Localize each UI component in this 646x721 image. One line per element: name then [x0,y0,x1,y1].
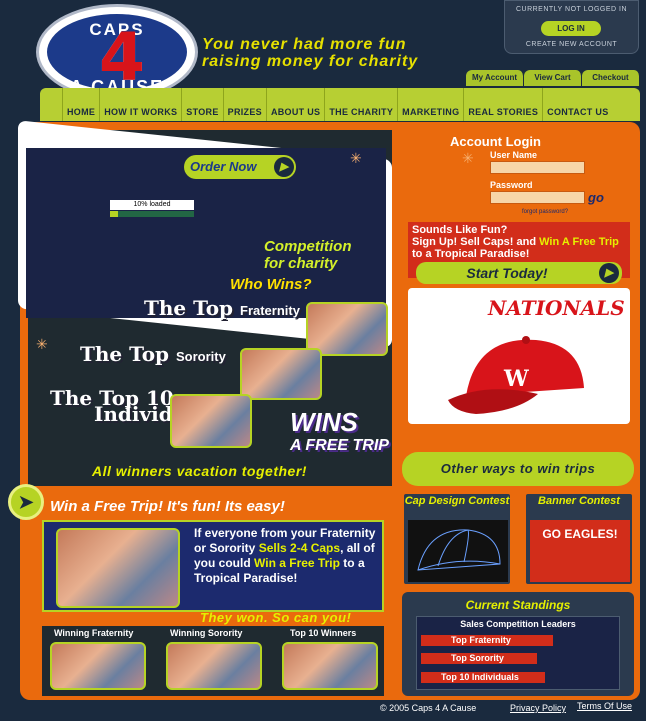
nav-marketing[interactable]: MARKETING [397,88,463,121]
wins-text: WINS [290,407,358,437]
login-box: CURRENTLY NOT LOGGED IN LOG IN CREATE NE… [504,0,639,54]
free-trip-heading: Win a Free Trip! It's fun! Its easy! [50,498,285,515]
main-nav: HOME HOW IT WORKS STORE PRIZES ABOUT US … [40,88,640,121]
signup-line-1: Sounds Like Fun? [412,224,508,236]
nav-how-it-works[interactable]: HOW IT WORKS [99,88,181,121]
cap-wireframe-icon [417,529,501,571]
beach-group-photo [56,528,180,608]
nav-prizes[interactable]: PRIZES [222,88,266,121]
competition-heading: Competition for charity [264,238,352,272]
create-account-link[interactable]: CREATE NEW ACCOUNT [505,41,638,48]
order-now-label: Order Now [190,159,257,174]
free-trip-highlight-sells: Sells 2-4 Caps [258,541,341,555]
banner-image: GO EAGLES! [530,520,630,582]
standings-top-10-individuals[interactable]: Top 10 Individuals [421,672,545,683]
competition-heading-line-1: Competition [264,238,352,255]
username-input[interactable] [490,161,585,174]
loading-bar [110,211,194,217]
signup-line-2a: Sign Up! Sell Caps! and [412,236,537,248]
signup-line-2b: to a Tropical Paradise! [412,248,530,260]
nav-contact-us[interactable]: CONTACT US [542,88,612,121]
checkout-link[interactable]: Checkout [582,70,640,86]
forgot-password-link[interactable]: forgot password? [522,209,568,215]
username-label: User Name [490,150,538,160]
my-account-link[interactable]: My Account [466,70,524,86]
standings-list: Sales Competition Leaders Top Fraternity… [416,616,620,690]
sparkle-icon: ✳ [462,150,474,166]
svg-text:W: W [503,366,529,392]
current-standings-panel: Current Standings Sales Competition Lead… [402,592,634,696]
start-today-button[interactable]: Start Today! ▶ [416,262,622,284]
baseball-cap-icon: W [448,336,584,414]
signup-highlight: Win A Free Trip [539,236,619,248]
winning-sorority-label: Winning Sorority [170,628,243,638]
top-fraternity-prefix: The Top [144,296,234,320]
nav-home[interactable]: HOME [62,88,99,121]
wins-free-trip-badge: WINS A FREE TRIP [290,407,389,458]
cap-design-contest-title: Cap Design Contest [404,495,510,507]
arrow-right-icon: ▶ [599,263,619,283]
start-today-label: Start Today! [466,265,548,281]
order-now-button[interactable]: Order Now ▶ [184,155,296,179]
copyright: © 2005 Caps 4 A Cause [380,703,477,713]
view-cart-link[interactable]: View Cart [524,70,582,86]
loading-bar-fill [110,211,119,217]
loading-text: 10% loaded [110,200,194,210]
free-trip-text: A FREE TRIP [290,437,389,454]
featured-cap-panel[interactable]: NATIONALS W [408,288,630,424]
individuals-photo [170,394,252,448]
tagline-line-1: You never had more fun [202,36,407,53]
standings-subtitle: Sales Competition Leaders [460,619,576,629]
free-trip-highlight-win: Win a Free Trip [254,556,340,570]
standings-title: Current Standings [465,598,571,612]
other-ways-heading[interactable]: Other ways to win trips [402,452,634,486]
arrow-right-icon: ▶ [274,157,294,177]
nav-the-charity[interactable]: THE CHARITY [324,88,397,121]
top-sorority-prefix: The Top [80,342,170,366]
sorority-photo [240,348,322,400]
privacy-policy-link[interactable]: Privacy Policy [510,703,566,713]
free-trip-panel: If everyone from your Fraternity or Soro… [42,520,384,612]
go-button[interactable]: go [588,190,604,205]
top-sorority-word: Sorority [176,349,226,364]
nav-store[interactable]: STORE [181,88,222,121]
logo-inner: CAPS 4 A CAUSE [45,12,189,97]
sparkle-icon: ✳ [350,150,362,166]
top-fraternity-label: The Top Fraternity [144,296,300,320]
banner-contest-title: Banner Contest [538,495,620,507]
competition-heading-line-2: for charity [264,255,338,272]
utility-bar: My Account View Cart Checkout [466,70,640,86]
winning-fraternity-photo[interactable] [50,642,146,690]
free-trip-description: If everyone from your Fraternity or Soro… [194,526,384,586]
who-wins-heading: Who Wins? [230,276,312,293]
tagline: You never had more fun raising money for… [202,36,418,70]
login-button[interactable]: LOG IN [541,21,601,36]
tagline-line-2: raising money for charity [202,53,419,70]
cap-design-contest-box[interactable]: Cap Design Contest [402,492,512,586]
top-fraternity-word: Fraternity [240,303,300,318]
top-10-winners-photo[interactable] [282,642,378,690]
terms-of-use-link[interactable]: Terms Of Use [577,701,632,711]
all-winners-text: All winners vacation together! [92,463,307,479]
password-label: Password [490,180,533,190]
standings-top-fraternity[interactable]: Top Fraternity [421,635,553,646]
banner-contest-box[interactable]: Banner Contest GO EAGLES! [524,492,634,586]
they-won-text: They won. So can you! [200,610,352,625]
nav-about-us[interactable]: ABOUT US [265,88,324,121]
signup-text: Sounds Like Fun? Sign Up! Sell Caps! and… [412,224,626,260]
account-login-title: Account Login [450,134,541,149]
winning-fraternity-label: Winning Fraternity [54,628,134,638]
winning-sorority-photo[interactable] [166,642,262,690]
standings-top-sorority[interactable]: Top Sorority [421,653,537,664]
password-input[interactable] [490,191,585,204]
winners-panel: Winning Fraternity Winning Sorority Top … [42,626,384,696]
top-sorority-label: The Top Sorority [80,342,226,366]
nav-real-stories[interactable]: REAL STORIES [463,88,542,121]
login-status: CURRENTLY NOT LOGGED IN [515,6,628,13]
logo[interactable]: CAPS 4 A CAUSE [36,4,198,100]
sparkle-icon: ✳ [36,336,48,352]
top-10-winners-label: Top 10 Winners [290,628,357,638]
cap-brand-text: NATIONALS [488,296,625,320]
cap-wireframe-image [408,520,508,582]
